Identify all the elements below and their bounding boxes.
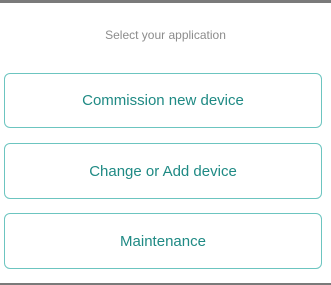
commission-new-device-label: Commission new device bbox=[82, 92, 244, 109]
change-or-add-device-button[interactable]: Change or Add device bbox=[4, 143, 322, 199]
maintenance-button[interactable]: Maintenance bbox=[4, 213, 322, 269]
maintenance-label: Maintenance bbox=[120, 232, 206, 250]
page-prompt: Select your application bbox=[105, 28, 226, 42]
top-divider bbox=[0, 0, 331, 3]
change-or-add-device-label: Change or Add device bbox=[89, 162, 237, 180]
commission-new-device-button[interactable]: Commission new device bbox=[4, 73, 322, 128]
